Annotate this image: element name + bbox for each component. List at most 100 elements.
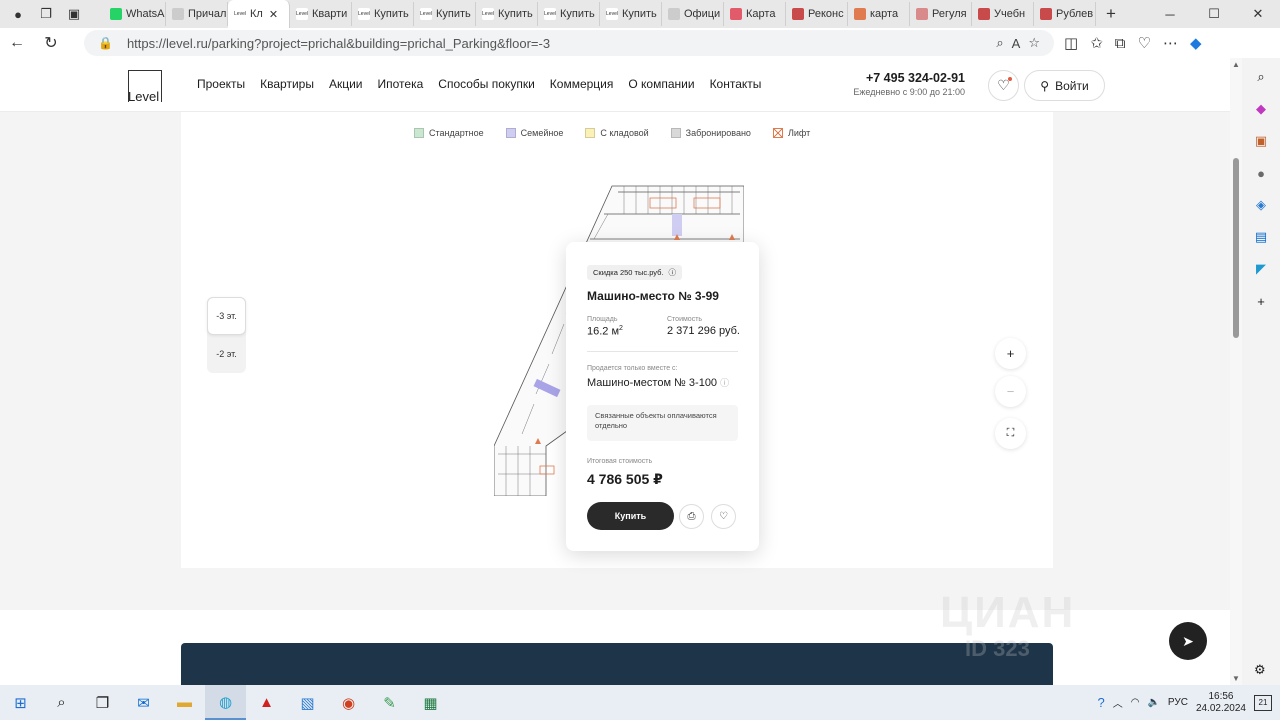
print-button[interactable]: ⎙: [679, 504, 704, 529]
excel-icon[interactable]: ▦: [410, 685, 451, 720]
start-icon[interactable]: ⊞: [0, 685, 41, 720]
drop-icon[interactable]: ◤: [1252, 260, 1270, 278]
sidebar-settings-icon[interactable]: ⚙: [1254, 662, 1266, 678]
contact-phone[interactable]: +7 495 324-02-91 Ежедневно с 9:00 до 21:…: [838, 71, 965, 97]
menu-item[interactable]: Ипотека: [378, 77, 424, 91]
phone-number[interactable]: +7 495 324-02-91: [838, 71, 965, 85]
browser-tab[interactable]: карта: [848, 2, 910, 26]
chrome-icon[interactable]: ◉: [328, 685, 369, 720]
favorite-star-icon[interactable]: ☆: [1028, 35, 1040, 51]
menu-item[interactable]: Акции: [329, 77, 363, 91]
info-icon[interactable]: ⓘ: [669, 267, 677, 278]
browser-tab[interactable]: Level Купить: [600, 2, 662, 26]
acrobat-icon[interactable]: ▲: [246, 685, 287, 720]
favorites-button[interactable]: ♡: [988, 70, 1019, 101]
url-field[interactable]: 🔒 https://level.ru/parking?project=prich…: [84, 30, 1054, 56]
browser-tab[interactable]: Level Купить: [352, 2, 414, 26]
zoom-out-button[interactable]: −: [995, 376, 1026, 407]
tab-label: Кл: [250, 8, 263, 20]
task-view-icon[interactable]: ❐: [82, 685, 123, 720]
help-icon[interactable]: ?: [1097, 695, 1104, 710]
search-icon[interactable]: ⌕: [1252, 68, 1270, 86]
add-sidebar-app-icon[interactable]: +: [1252, 292, 1270, 310]
menu-item[interactable]: О компании: [628, 77, 694, 91]
floor-button[interactable]: -2 эт.: [207, 335, 246, 373]
maximize-icon[interactable]: ☐: [1192, 0, 1236, 28]
microsoft-365-icon[interactable]: ◈: [1252, 196, 1270, 214]
tab-actions-icon[interactable]: ▣: [62, 2, 86, 26]
outlook-icon[interactable]: ▤: [1252, 228, 1270, 246]
outlook-icon[interactable]: ✉: [123, 685, 164, 720]
menu-item[interactable]: Проекты: [197, 77, 245, 91]
zoom-in-button[interactable]: +: [995, 338, 1026, 369]
scroll-thumb[interactable]: [1233, 158, 1239, 338]
browser-tab[interactable]: Level Кварти: [290, 2, 352, 26]
floor-button[interactable]: -3 эт.: [207, 297, 246, 335]
read-aloud-icon[interactable]: A: [1012, 36, 1021, 51]
browser-tab[interactable]: Учебн: [972, 2, 1034, 26]
split-screen-icon[interactable]: ◫: [1064, 34, 1078, 52]
favorites-icon[interactable]: ✩: [1090, 34, 1103, 52]
browser-tab[interactable]: Карта: [724, 2, 786, 26]
edge-icon[interactable]: ◍: [205, 685, 246, 720]
browser-tab[interactable]: Причал: [166, 2, 228, 26]
copilot-icon[interactable]: ◆: [1190, 34, 1202, 52]
volume-icon[interactable]: 🔈: [1147, 697, 1159, 708]
fullscreen-button[interactable]: ⛶: [995, 418, 1026, 449]
menu-item[interactable]: Способы покупки: [438, 77, 535, 91]
browser-tab[interactable]: Офици: [662, 2, 724, 26]
browser-tab[interactable]: Level Купить: [414, 2, 476, 26]
site-logo[interactable]: Level: [128, 70, 162, 104]
bundle-info-icon[interactable]: ⓘ: [720, 378, 729, 388]
zoom-icon[interactable]: ⌕: [996, 35, 1003, 51]
buy-button[interactable]: Купить: [587, 502, 674, 530]
browser-tab[interactable]: WhatsApp: [104, 2, 166, 26]
minimize-icon[interactable]: ─: [1148, 0, 1192, 28]
paint-icon[interactable]: ✎: [369, 685, 410, 720]
notifications-icon[interactable]: 21: [1254, 694, 1272, 711]
discount-label: Скидка 250 тыс.руб.: [593, 268, 664, 277]
menu-item[interactable]: Контакты: [710, 77, 762, 91]
new-tab-button[interactable]: +: [1096, 4, 1126, 24]
scroll-up-icon[interactable]: ▲: [1232, 60, 1240, 69]
browser-tab[interactable]: Level Купить: [538, 2, 600, 26]
tools-icon[interactable]: ▣: [1252, 132, 1270, 150]
shopping-icon[interactable]: ◆: [1252, 100, 1270, 118]
add-to-favorites-button[interactable]: ♡: [711, 504, 736, 529]
legend-swatch: [414, 128, 424, 138]
more-menu-icon[interactable]: ⋯: [1163, 34, 1178, 52]
browser-tab[interactable]: Регуля: [910, 2, 972, 26]
workspaces-icon[interactable]: ❐: [34, 2, 58, 26]
lock-icon[interactable]: 🔒: [98, 36, 113, 50]
photos-icon[interactable]: ▧: [287, 685, 328, 720]
floor-switcher: -3 эт. -2 эт.: [207, 297, 246, 373]
profile-icon[interactable]: ●: [6, 2, 30, 26]
refresh-icon[interactable]: ↻: [34, 33, 68, 53]
browser-tab[interactable]: Level Кл ✕: [228, 0, 290, 28]
working-hours: Ежедневно с 9:00 до 21:00: [853, 87, 965, 97]
close-window-icon[interactable]: ✕: [1236, 0, 1280, 28]
browser-tab[interactable]: Level Купить: [476, 2, 538, 26]
login-button[interactable]: ⚲ Войти: [1024, 70, 1105, 101]
page-scrollbar[interactable]: ▲ ▼: [1230, 58, 1242, 685]
scroll-down-icon[interactable]: ▼: [1232, 674, 1240, 683]
language-indicator[interactable]: РУС: [1168, 697, 1188, 708]
browser-tab[interactable]: Реконс: [786, 2, 848, 26]
menu-item[interactable]: Коммерция: [550, 77, 614, 91]
telegram-button[interactable]: ➤: [1169, 622, 1207, 660]
games-icon[interactable]: ●: [1252, 164, 1270, 182]
area-block: Площадь 16.2 м2: [587, 316, 623, 338]
menu-item[interactable]: Квартиры: [260, 77, 314, 91]
url-text: https://level.ru/parking?project=prichal…: [126, 35, 551, 51]
browser-tab[interactable]: Рублев: [1034, 2, 1096, 26]
wifi-icon[interactable]: ◠: [1131, 697, 1140, 708]
collections-icon[interactable]: ⧉: [1115, 35, 1126, 52]
plus-icon: +: [1006, 346, 1015, 361]
tray-chevron-icon[interactable]: ︿: [1113, 695, 1123, 710]
back-icon[interactable]: ←: [0, 34, 34, 52]
browser-essentials-icon[interactable]: ♡: [1137, 34, 1150, 52]
close-tab-icon[interactable]: ✕: [269, 8, 278, 21]
search-icon[interactable]: ⌕: [41, 685, 82, 720]
file-explorer-icon[interactable]: ▬: [164, 685, 205, 720]
clock[interactable]: 16:56 24.02.2024: [1196, 691, 1246, 715]
